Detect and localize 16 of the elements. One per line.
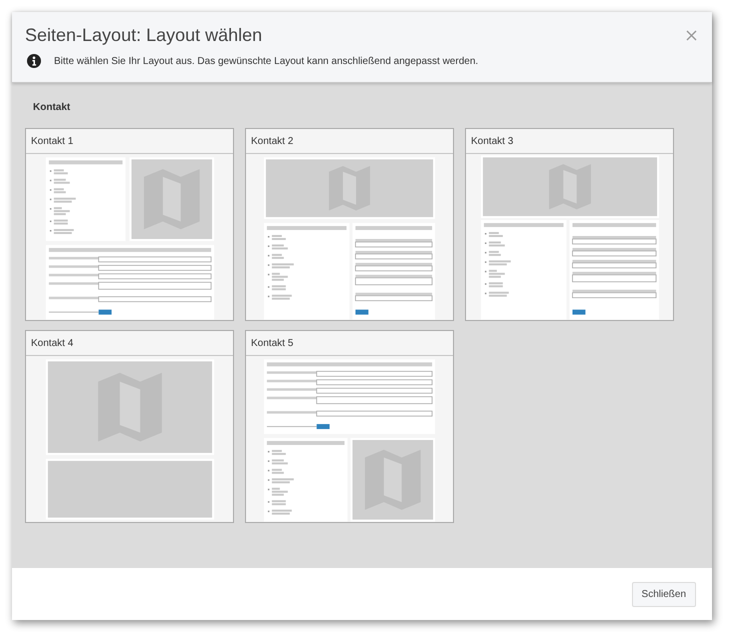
- card-title: Kontakt 1: [31, 136, 74, 146]
- close-icon[interactable]: [686, 30, 697, 40]
- card-title: Kontakt 5: [251, 338, 294, 348]
- card-title: Kontakt 2: [251, 136, 294, 146]
- layout-card[interactable]: Kontakt 2: [245, 128, 454, 321]
- section-heading: Kontakt: [33, 102, 72, 113]
- info-icon: [27, 54, 41, 68]
- layout-card[interactable]: Kontakt 3: [465, 128, 674, 321]
- close-button[interactable]: Schließen: [632, 582, 696, 606]
- info-text: Bitte wählen Sie Ihr Layout aus. Das gewünschte Layout kann anschließend angepasst werden.: [54, 56, 478, 66]
- layout-card[interactable]: Kontakt 4: [25, 330, 234, 523]
- layout-card[interactable]: Kontakt 1: [25, 128, 234, 321]
- layout-card[interactable]: Kontakt 5: [245, 330, 454, 523]
- card-title: Kontakt 4: [31, 338, 74, 348]
- card-title: Kontakt 3: [471, 136, 514, 146]
- dialog-title: Seiten-Layout: Layout wählen: [25, 24, 262, 46]
